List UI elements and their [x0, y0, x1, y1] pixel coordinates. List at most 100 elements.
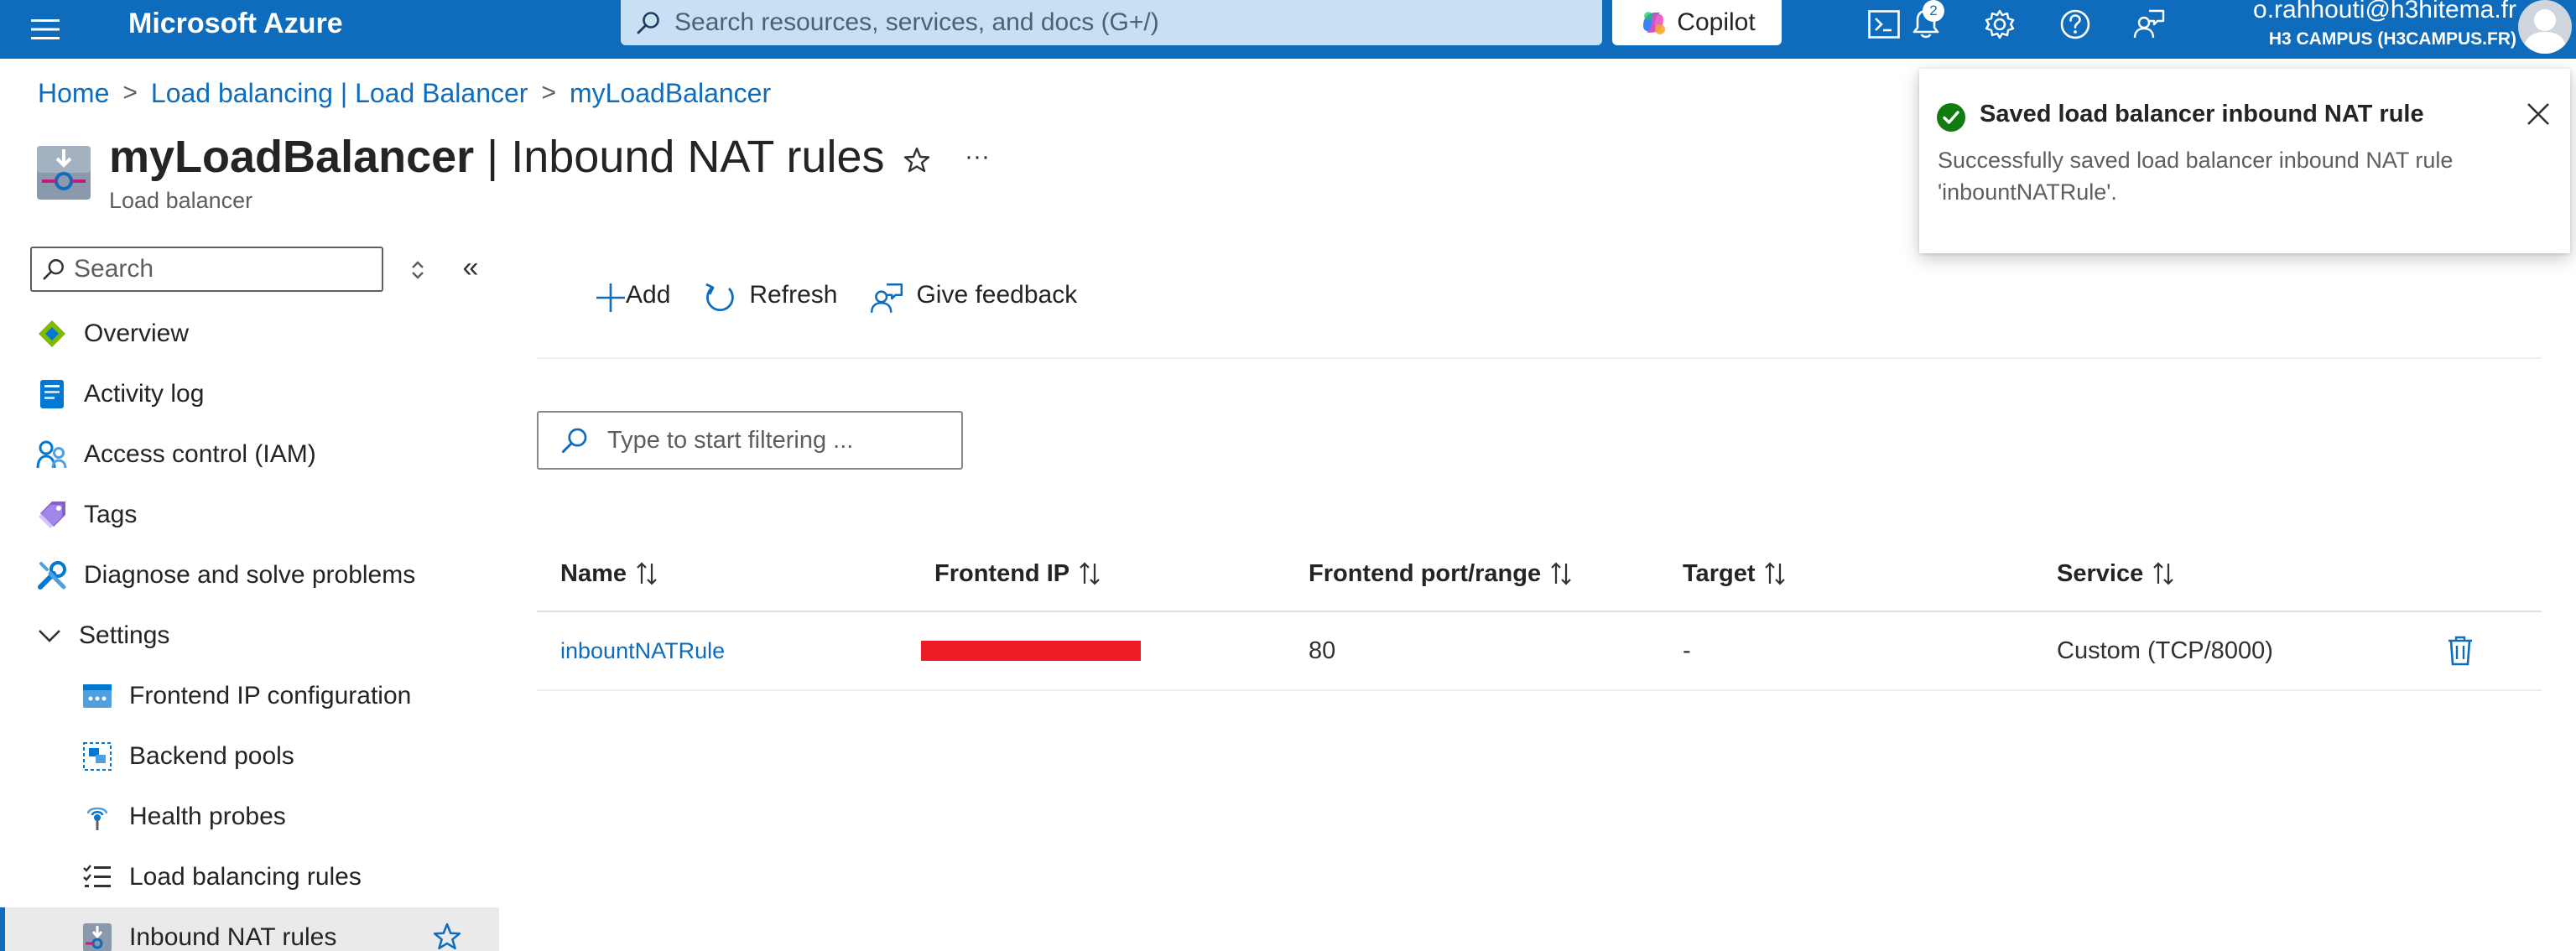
top-bar: Microsoft Azure Copilot 2 [0, 0, 2576, 59]
sidebar-nav: Overview Activity log Access control (IA… [0, 304, 499, 951]
sidebar-search[interactable] [30, 247, 383, 292]
command-bar-divider [537, 357, 2542, 359]
redacted-frontend-ip [921, 641, 1141, 661]
sort-toggle-icon[interactable] [401, 253, 435, 287]
refresh-button[interactable]: Refresh [702, 274, 837, 316]
sidebar-item-inbound-nat-rules[interactable]: Inbound NAT rules [0, 907, 499, 951]
health-probe-icon [81, 800, 114, 834]
sidebar-item-label: Diagnose and solve problems [84, 561, 416, 589]
favorite-star-icon[interactable] [898, 141, 936, 179]
column-header-label: Target [1683, 559, 1756, 587]
sidebar-item-label: Activity log [84, 380, 205, 408]
column-header-label: Frontend IP [934, 559, 1070, 587]
sidebar-item-health-probes[interactable]: Health probes [0, 787, 499, 847]
table-row: inbountNATRule 80 - Custom (TCP/8000) [537, 612, 2542, 691]
toast-title: Saved load balancer inbound NAT rule [1980, 101, 2424, 127]
sidebar-item-overview[interactable]: Overview [0, 304, 499, 364]
column-header-service[interactable]: Service [2057, 537, 2175, 611]
sidebar-item-backend-pools[interactable]: Backend pools [0, 726, 499, 787]
sort-arrows-icon [2143, 561, 2175, 586]
breadcrumb-load-balancing[interactable]: Load balancing | Load Balancer [151, 77, 528, 109]
global-search-input[interactable] [674, 8, 1580, 37]
nat-rule-name-link[interactable]: inbountNATRule [560, 638, 725, 664]
avatar-icon[interactable] [2518, 0, 2572, 54]
rules-list-icon [81, 860, 114, 894]
give-feedback-button[interactable]: Give feedback [869, 274, 1077, 316]
sidebar-item-label: Inbound NAT rules [129, 923, 337, 951]
breadcrumb-home[interactable]: Home [38, 77, 109, 109]
account-directory: H3 CAMPUS (H3CAMPUS.FR) [2268, 29, 2516, 49]
page-title-resource: myLoadBalancer [109, 132, 475, 182]
help-icon[interactable] [2052, 5, 2099, 44]
breadcrumb: Home > Load balancing | Load Balancer > … [38, 77, 771, 109]
search-icon [636, 10, 674, 35]
cell-actions [2439, 612, 2481, 689]
frontend-ip-icon [81, 679, 114, 713]
table-header: Name Frontend IP Frontend port/range Tar… [537, 537, 2542, 612]
filter-input[interactable] [607, 426, 960, 455]
cloud-shell-icon[interactable] [1860, 5, 1907, 44]
feedback-icon [869, 281, 904, 316]
account-email: o.rahhouti@h3hitema.fr [2253, 0, 2516, 23]
search-icon [42, 257, 74, 281]
resource-type-subtitle: Load balancer [109, 188, 253, 213]
refresh-button-label: Refresh [749, 281, 838, 309]
notification-count-badge: 2 [1923, 0, 1944, 22]
search-icon [560, 426, 607, 455]
sidebar-search-input[interactable] [74, 255, 376, 283]
sidebar-item-frontend-ip[interactable]: Frontend IP configuration [0, 666, 499, 726]
sort-arrows-icon [1069, 561, 1101, 586]
command-bar: Add Refresh Give feedback [537, 268, 1109, 322]
more-options-button[interactable]: ··· [958, 141, 997, 179]
sidebar-item-load-balancing-rules[interactable]: Load balancing rules [0, 847, 499, 907]
inbound-nat-icon [81, 921, 114, 951]
inbound-nat-rules-table: Name Frontend IP Frontend port/range Tar… [537, 537, 2542, 691]
plus-icon [594, 281, 627, 314]
cell-name: inbountNATRule [560, 612, 725, 689]
account-info[interactable]: o.rahhouti@h3hitema.fr H3 CAMPUS (H3CAMP… [2164, 0, 2516, 59]
refresh-icon [702, 281, 737, 316]
column-header-frontend-port[interactable]: Frontend port/range [1309, 537, 1573, 611]
sidebar-group-label: Settings [79, 621, 170, 649]
add-button[interactable]: Add [537, 274, 670, 316]
breadcrumb-my-load-balancer[interactable]: myLoadBalancer [570, 77, 771, 109]
column-header-target[interactable]: Target [1683, 537, 1787, 611]
overview-icon [35, 317, 69, 351]
chevron-down-icon [35, 619, 64, 652]
page-title-separator: | [474, 132, 512, 182]
column-header-frontend-ip[interactable]: Frontend IP [934, 537, 1101, 611]
breadcrumb-chevron-icon: > [541, 79, 556, 107]
cell-frontend-ip [921, 612, 1141, 689]
brand-title[interactable]: Microsoft Azure [128, 7, 343, 40]
close-icon[interactable] [2520, 96, 2557, 133]
global-search[interactable] [621, 0, 1602, 45]
sidebar-item-iam[interactable]: Access control (IAM) [0, 424, 499, 485]
success-notification-toast: Saved load balancer inbound NAT rule Suc… [1919, 69, 2570, 253]
delete-trash-icon[interactable] [2439, 630, 2481, 672]
toast-message: Successfully saved load balancer inbound… [1938, 148, 2454, 205]
copilot-label: Copilot [1677, 8, 1756, 36]
column-header-label: Service [2057, 559, 2144, 587]
notifications-bell-icon[interactable]: 2 [1902, 0, 1949, 44]
sidebar-item-label: Backend pools [129, 742, 294, 770]
column-header-label: Name [560, 559, 627, 587]
filter-box[interactable] [537, 411, 963, 470]
sidebar-item-diagnose[interactable]: Diagnose and solve problems [0, 545, 499, 605]
hamburger-menu-icon[interactable] [23, 10, 67, 49]
settings-gear-icon[interactable] [1976, 5, 2023, 44]
copilot-button[interactable]: Copilot [1612, 0, 1782, 45]
sidebar-item-label: Tags [84, 501, 138, 528]
sidebar-item-label: Access control (IAM) [84, 440, 316, 468]
pin-star-icon[interactable] [433, 922, 461, 951]
cell-target: - [1683, 637, 1691, 664]
copilot-icon [1638, 8, 1677, 38]
collapse-sidebar-button[interactable]: « [453, 252, 488, 287]
add-button-label: Add [626, 281, 671, 309]
sidebar-item-activity-log[interactable]: Activity log [0, 364, 499, 424]
tag-icon [35, 498, 69, 532]
sidebar-item-tags[interactable]: Tags [0, 485, 499, 545]
sidebar-group-settings[interactable]: Settings [0, 605, 499, 666]
sidebar-item-label: Frontend IP configuration [129, 682, 412, 709]
sidebar-item-label: Load balancing rules [129, 863, 362, 891]
column-header-name[interactable]: Name [560, 537, 658, 611]
